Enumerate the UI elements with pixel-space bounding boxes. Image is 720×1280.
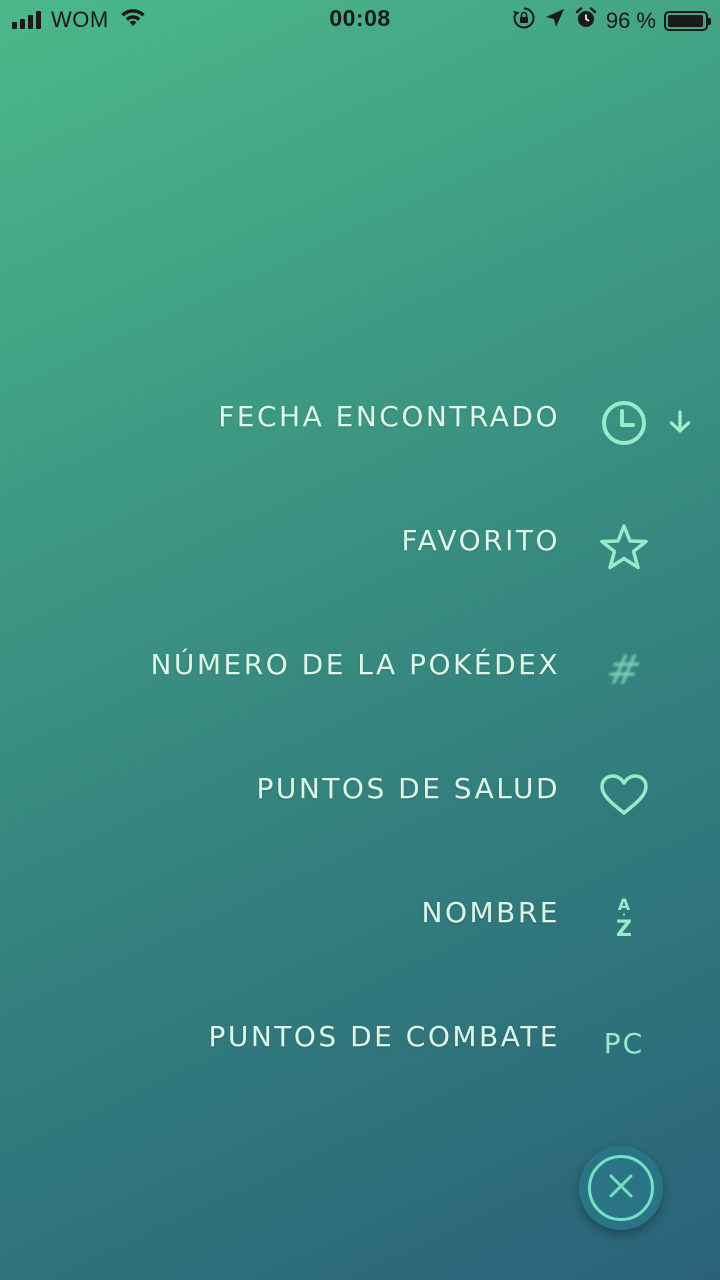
rotation-lock-icon (512, 6, 536, 35)
close-icon (608, 1173, 634, 1203)
sort-option-label: PUNTOS DE COMBATE (208, 1020, 560, 1053)
az-icon-bottom-letter: Z (616, 917, 632, 942)
sort-option-label: FECHA ENCONTRADO (218, 400, 560, 433)
close-button-ring (588, 1155, 654, 1221)
location-arrow-icon (544, 7, 566, 34)
sort-option-favorite[interactable]: FAVORITO (0, 484, 720, 608)
status-bar: WOM 00:08 96 % (0, 0, 720, 40)
battery-fill (668, 14, 703, 27)
status-right: 96 % (512, 6, 711, 35)
sort-option-date-found[interactable]: FECHA ENCONTRADO (0, 360, 720, 484)
heart-icon (598, 769, 650, 821)
battery-percent: 96 % (605, 7, 656, 33)
sort-option-pokedex-number[interactable]: NÚMERO DE LA POKÉDEX # (0, 608, 720, 732)
hash-glyph: # (603, 648, 645, 694)
sort-descending-arrow-icon[interactable] (666, 408, 694, 436)
star-icon (598, 521, 650, 573)
sort-option-label: PUNTOS DE SALUD (256, 772, 560, 805)
az-icon: A · Z (616, 895, 632, 942)
sort-option-combat-points[interactable]: PUNTOS DE COMBATE PC (0, 980, 720, 1104)
battery-icon (664, 10, 711, 31)
sort-option-label: NÚMERO DE LA POKÉDEX (150, 648, 560, 681)
alarm-icon (574, 6, 598, 35)
pc-icon-text: PC (603, 1026, 645, 1060)
pc-icon: PC (598, 1017, 650, 1069)
sort-option-label: NOMBRE (421, 896, 560, 929)
sort-option-label: FAVORITO (401, 524, 560, 557)
close-button[interactable] (579, 1146, 663, 1230)
sort-menu: FECHA ENCONTRADO FAVORITO NÚMERO DE LA P… (0, 360, 720, 1104)
sort-option-name[interactable]: NOMBRE A · Z (0, 856, 720, 980)
sort-option-health-points[interactable]: PUNTOS DE SALUD (0, 732, 720, 856)
hash-icon: # (598, 645, 650, 697)
clock-icon (598, 397, 650, 449)
